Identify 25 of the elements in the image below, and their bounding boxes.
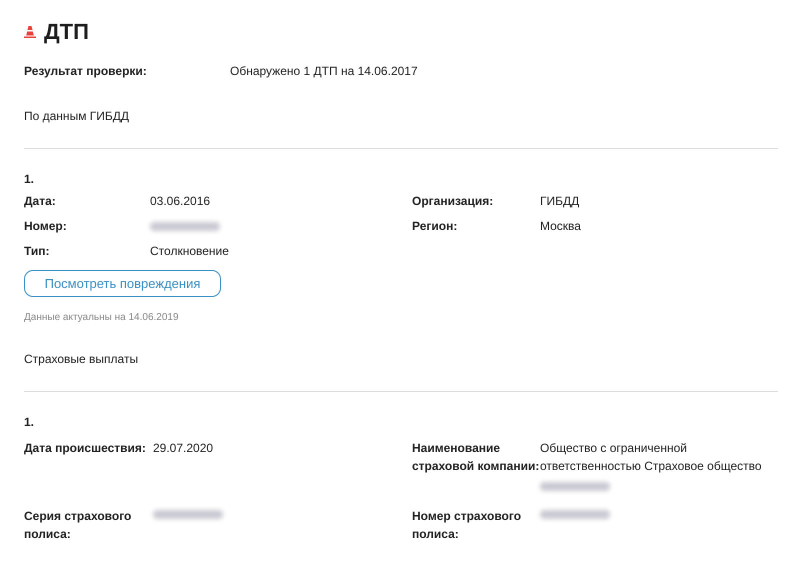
field-value: ГИБДД — [540, 194, 580, 208]
field-label: Номер: — [24, 219, 68, 233]
result-label: Результат проверки: — [24, 64, 148, 78]
result-value: Обнаружено 1 ДТП на 14.06.2017 — [230, 64, 419, 78]
source-text: По данным ГИБДД — [24, 109, 130, 123]
traffic-cone-icon — [24, 25, 36, 39]
section-title: Страховые выплаты — [24, 352, 140, 366]
field-label: Номер страхового полиса: — [412, 508, 522, 543]
field-value: Москва — [540, 219, 582, 233]
field-label: Тип: — [24, 244, 50, 258]
field-value: Столкновение — [150, 244, 230, 258]
item-number: 1. — [24, 172, 36, 186]
field-label: Серия страхового полиса: — [24, 508, 132, 543]
view-damage-button[interactable]: Посмотреть повреждения — [24, 270, 221, 297]
page-title: ДТП — [44, 19, 89, 45]
field-value: Общество с ограниченной ответственностью Страховое общество — [540, 440, 763, 475]
field-value: 29.07.2020 — [153, 440, 214, 457]
field-label: Наименование страховой компании: — [412, 440, 540, 475]
field-label: Дата происшествия: — [24, 440, 147, 457]
field-value: 03.06.2016 — [150, 194, 212, 208]
field-label: Дата: — [24, 194, 57, 208]
field-label: Регион: — [412, 219, 458, 233]
field-label: Организация: — [412, 194, 494, 208]
data-date-note: Данные актуальны на 14.06.2019 — [24, 312, 180, 323]
item-number: 1. — [24, 415, 36, 429]
